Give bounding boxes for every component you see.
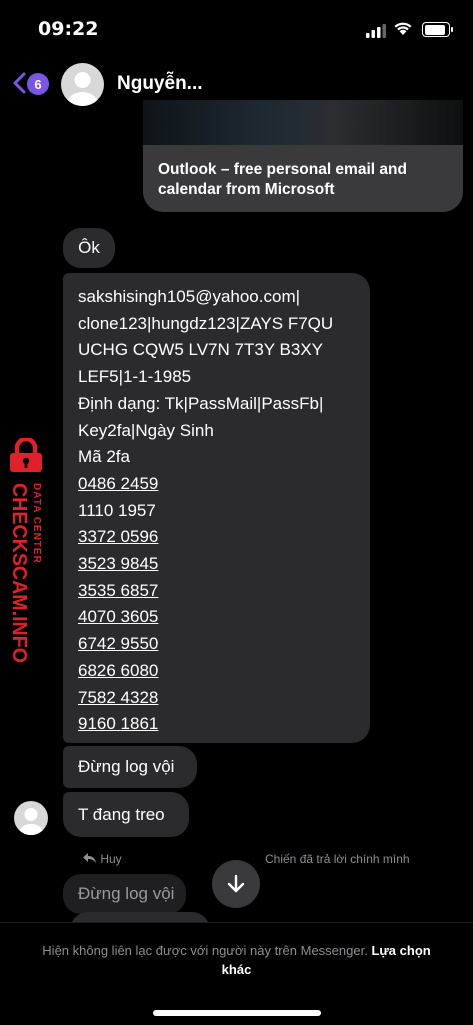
message-bubble[interactable]: Ôk <box>63 228 115 268</box>
watermark-sub-text: DATA CENTER <box>31 483 42 564</box>
composer-disabled-footer: Hiện không liên lạc được với người này t… <box>0 922 473 1025</box>
reply-indicator: Huy <box>83 852 122 866</box>
message-line: 1110 1957 <box>78 500 156 520</box>
footer-notice: Hiện không liên lạc được với người này t… <box>30 941 443 979</box>
reply-label: Huy <box>100 852 122 866</box>
default-avatar-icon <box>67 72 98 106</box>
watermark: CHECKSCAM.INFO DATA CENTER <box>8 483 42 663</box>
status-time: 09:22 <box>38 18 99 40</box>
phone-link[interactable]: 9160 1861 <box>78 711 158 738</box>
watermark-main-text: CHECKSCAM.INFO <box>8 483 30 663</box>
status-bar: 09:22 <box>0 0 473 60</box>
message-line: Mã 2fa <box>78 447 130 467</box>
phone-link[interactable]: 0486 2459 <box>78 471 158 498</box>
message-line: LEF5|1-1-1985 <box>78 367 192 387</box>
phone-link[interactable]: 6826 6080 <box>78 658 158 685</box>
phone-link[interactable]: 3372 0596 <box>78 524 158 551</box>
link-preview-title: Outlook – free personal email and calend… <box>158 161 407 198</box>
message-line: UCHG CQW5 LV7N 7T3Y B3XY <box>78 340 324 360</box>
phone-link[interactable]: 6742 9550 <box>78 631 158 658</box>
contact-name[interactable]: Nguyễn... <box>117 73 203 95</box>
arrow-down-icon <box>227 874 245 893</box>
message-bubble[interactable]: T đang treo <box>63 792 189 837</box>
phone-link[interactable]: 4070 3605 <box>78 604 158 631</box>
contact-avatar[interactable] <box>61 63 104 106</box>
message-line: clone123|hungdz123|ZAYS F7QU <box>78 313 334 333</box>
message-line: Key2fa|Ngày Sinh <box>78 420 214 440</box>
phone-link[interactable]: 3523 9845 <box>78 551 158 578</box>
unavailable-notice: Hiện không liên lạc được với người này t… <box>42 943 368 958</box>
link-preview-card[interactable]: Outlook – free personal email and calend… <box>143 100 463 212</box>
message-bubble[interactable]: Đừng log vội <box>63 746 197 788</box>
lock-icon <box>10 438 42 472</box>
wifi-icon <box>394 22 412 35</box>
reply-arrow-icon <box>83 853 96 864</box>
phone-link[interactable]: 3535 6857 <box>78 578 158 605</box>
phone-link[interactable]: 7582 4328 <box>78 685 158 712</box>
home-indicator[interactable] <box>153 1010 321 1016</box>
link-preview-image <box>143 100 463 145</box>
scroll-to-bottom-button[interactable] <box>212 860 260 908</box>
sender-avatar[interactable] <box>14 801 48 835</box>
battery-icon <box>422 22 453 37</box>
message-line: Định dạng: Tk|PassMail|PassFb| <box>78 393 324 413</box>
message-line: sakshisingh105@yahoo.com| <box>78 287 301 306</box>
quoted-message[interactable]: Đừng log vội <box>63 874 186 914</box>
unread-count-badge[interactable]: 6 <box>27 73 49 95</box>
default-avatar-icon <box>19 808 43 835</box>
reply-context-text: Chiến đã trả lời chính mình <box>265 852 410 866</box>
message-bubble-long[interactable]: sakshisingh105@yahoo.com| clone123|hungd… <box>63 273 370 743</box>
signal-icon <box>366 24 386 38</box>
